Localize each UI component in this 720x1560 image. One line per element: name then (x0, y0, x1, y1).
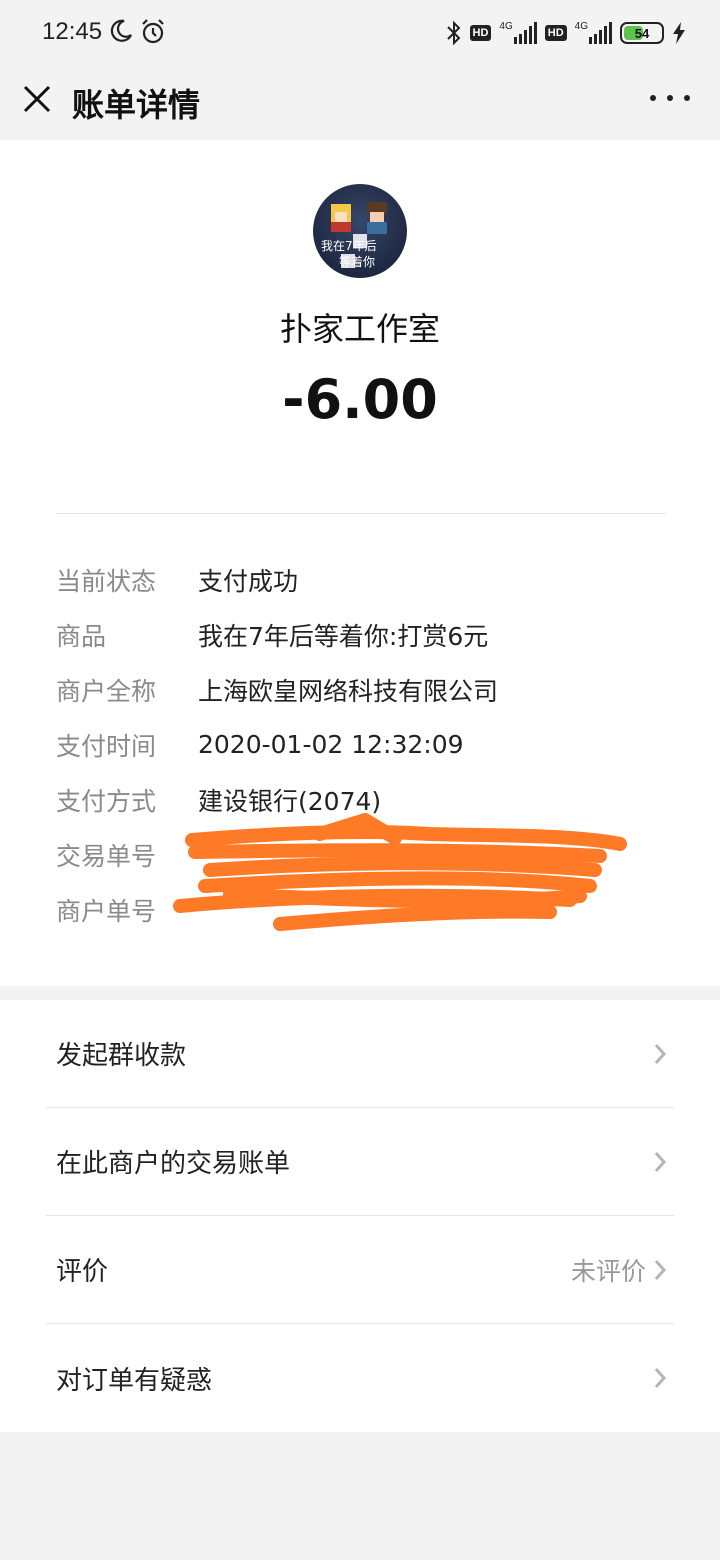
chevron-right-icon (654, 1151, 667, 1172)
network-type: 4G (499, 20, 513, 32)
detail-value: 支付成功 (198, 566, 299, 596)
action-right: 未评价 (571, 1252, 674, 1288)
charging-icon (673, 22, 685, 44)
hd-badge: HD (469, 25, 492, 41)
redaction-scribble (173, 813, 627, 931)
hd-badge: HD (544, 25, 567, 41)
signal-icon (589, 22, 612, 44)
close-icon[interactable] (20, 82, 54, 116)
action-right (652, 1041, 674, 1067)
amount: -6.00 (282, 368, 438, 431)
battery-icon: 54 (620, 22, 664, 44)
detail-value: 2020-01-02 12:32:09 (198, 730, 464, 759)
signal-icon (513, 22, 537, 44)
detail-row-product: 商品 我在7年后等着你:打赏6元 (56, 607, 666, 662)
page-title: 账单详情 (72, 86, 201, 124)
detail-label: 当前状态 (56, 566, 157, 596)
detail-row-merchant: 商户全称 上海欧皇网络科技有限公司 (56, 662, 666, 717)
action-right (652, 1149, 674, 1175)
action-label: 发起群收款 (56, 1041, 187, 1071)
action-label: 评价 (56, 1257, 109, 1287)
status-bar: 12:45 HD 4G HD 4G 54 (0, 0, 720, 66)
chevron-right-icon (654, 1368, 667, 1388)
merchant-name: 扑家工作室 (279, 310, 440, 348)
dot (684, 95, 690, 101)
action-list: 发起群收款 在此商户的交易账单 评价 未评价 对订单有疑惑 (0, 1000, 720, 1432)
action-label: 对订单有疑惑 (56, 1365, 213, 1396)
avatar-artwork: 我在7年后 等着你 (321, 202, 387, 269)
merchant-bills-button[interactable]: 在此商户的交易账单 (46, 1108, 674, 1216)
battery-level: 54 (634, 25, 650, 41)
rating-status: 未评价 (570, 1256, 646, 1286)
moon-icon (110, 19, 132, 42)
detail-label: 商户全称 (56, 676, 157, 706)
rate-button[interactable]: 评价 未评价 (46, 1216, 674, 1324)
merchant-avatar: 我在7年后 等着你 (313, 184, 407, 278)
chevron-right-icon (654, 1259, 667, 1280)
order-question-button[interactable]: 对订单有疑惑 (46, 1324, 674, 1432)
chevron-right-icon (654, 1043, 667, 1064)
detail-label: 商品 (56, 621, 107, 651)
more-icon[interactable] (650, 88, 690, 108)
status-time: 12:45 (42, 18, 103, 45)
detail-value: 我在7年后等着你:打赏6元 (198, 621, 489, 651)
alarm-icon (142, 19, 164, 44)
avatar-text-line1: 我在7年后 (321, 239, 377, 253)
action-label: 在此商户的交易账单 (56, 1149, 291, 1179)
network-type: 4G (574, 20, 588, 32)
avatar-text-line2: 等着你 (339, 254, 375, 269)
detail-value: 上海欧皇网络科技有限公司 (198, 676, 499, 706)
dot (667, 95, 673, 101)
detail-label: 支付时间 (56, 731, 157, 761)
action-right (652, 1365, 674, 1391)
detail-row-status: 当前状态 支付成功 (56, 552, 666, 607)
divider (56, 513, 666, 514)
group-collect-button[interactable]: 发起群收款 (46, 1000, 674, 1108)
top-bar: 账单详情 (0, 66, 720, 140)
status-icons: HD 4G HD 4G 54 (446, 18, 686, 48)
detail-row-time: 支付时间 2020-01-02 12:32:09 (56, 717, 666, 772)
dot (650, 95, 656, 101)
bluetooth-icon (446, 20, 460, 46)
